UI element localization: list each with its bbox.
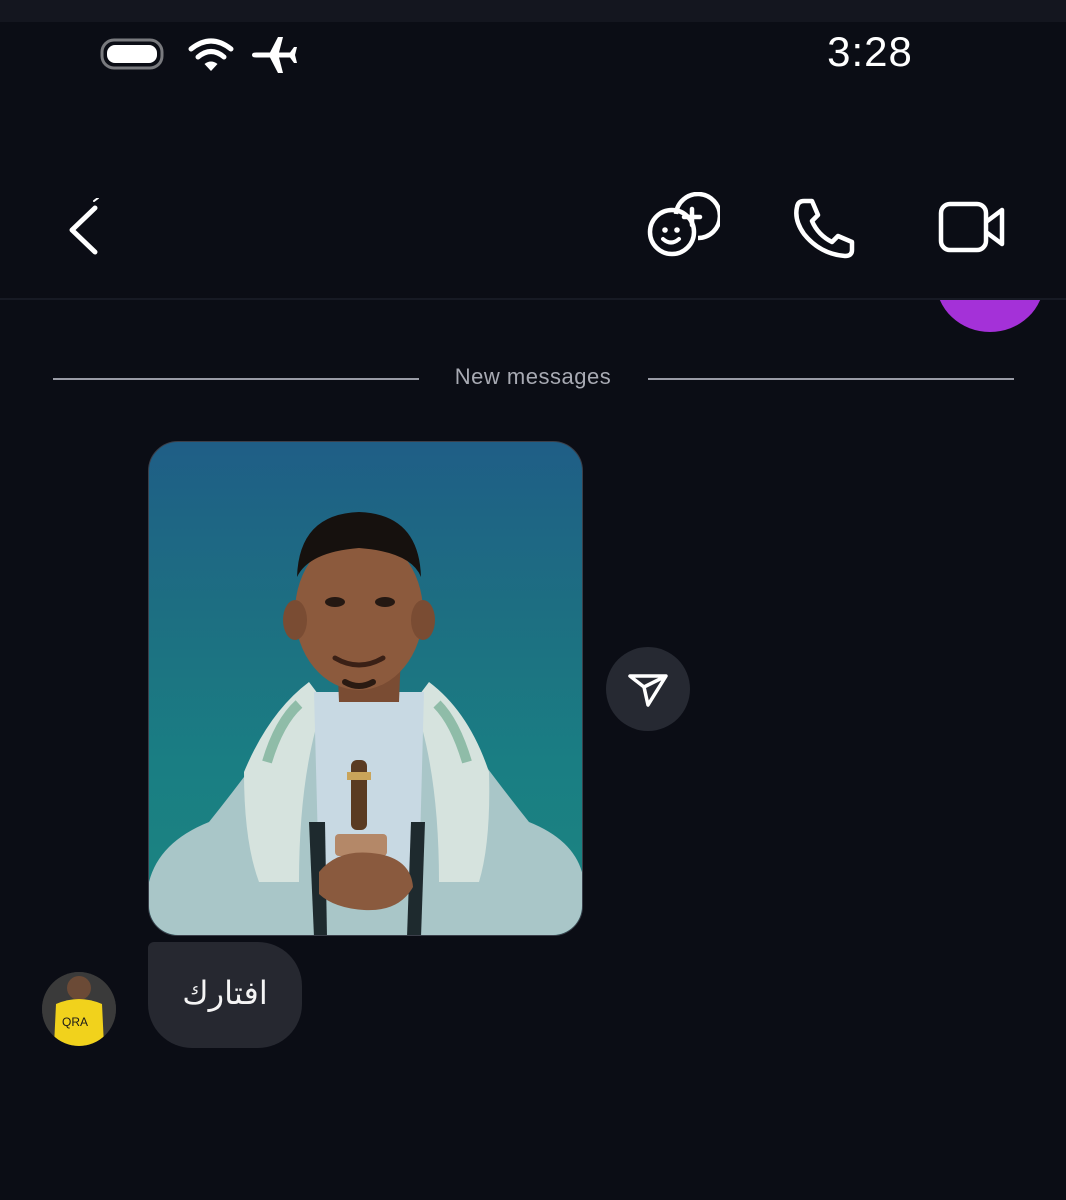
dm-thread-screen: 3:28 New messages QRA افتارك [0,0,1066,1200]
battery-icon [100,38,164,70]
reaction-bubble-clip [0,300,1066,340]
status-time: 3:28 [827,28,913,75]
share-photo-button[interactable] [606,647,690,731]
phone-icon [794,198,855,259]
new-messages-line-left [53,378,419,380]
airplane-mode-icon [252,37,297,73]
svg-text:QRA: QRA [62,1015,88,1029]
received-text-bubble[interactable]: افتارك [148,942,302,1048]
chevron-left-icon [69,197,99,255]
new-messages-line-right [648,378,1014,380]
video-camera-icon [938,201,1005,253]
wifi-icon [188,38,234,71]
sent-message-bubble-partial [936,300,1044,332]
portrait-photo [149,512,582,935]
back-button[interactable] [58,197,108,258]
effects-button[interactable] [640,191,723,264]
photo-message[interactable] [148,441,583,936]
send-icon [628,674,668,707]
effects-icon [647,191,723,257]
new-messages-label: New messages [454,364,612,389]
avatar-image: QRA [42,972,116,1046]
video-call-button[interactable] [932,192,1012,264]
audio-call-button[interactable] [784,192,864,264]
message-text: افتارك [182,974,268,1012]
chat-header [0,160,1066,300]
header-divider [0,298,1066,300]
sender-avatar[interactable]: QRA [42,972,116,1046]
top-strip [0,0,1066,22]
